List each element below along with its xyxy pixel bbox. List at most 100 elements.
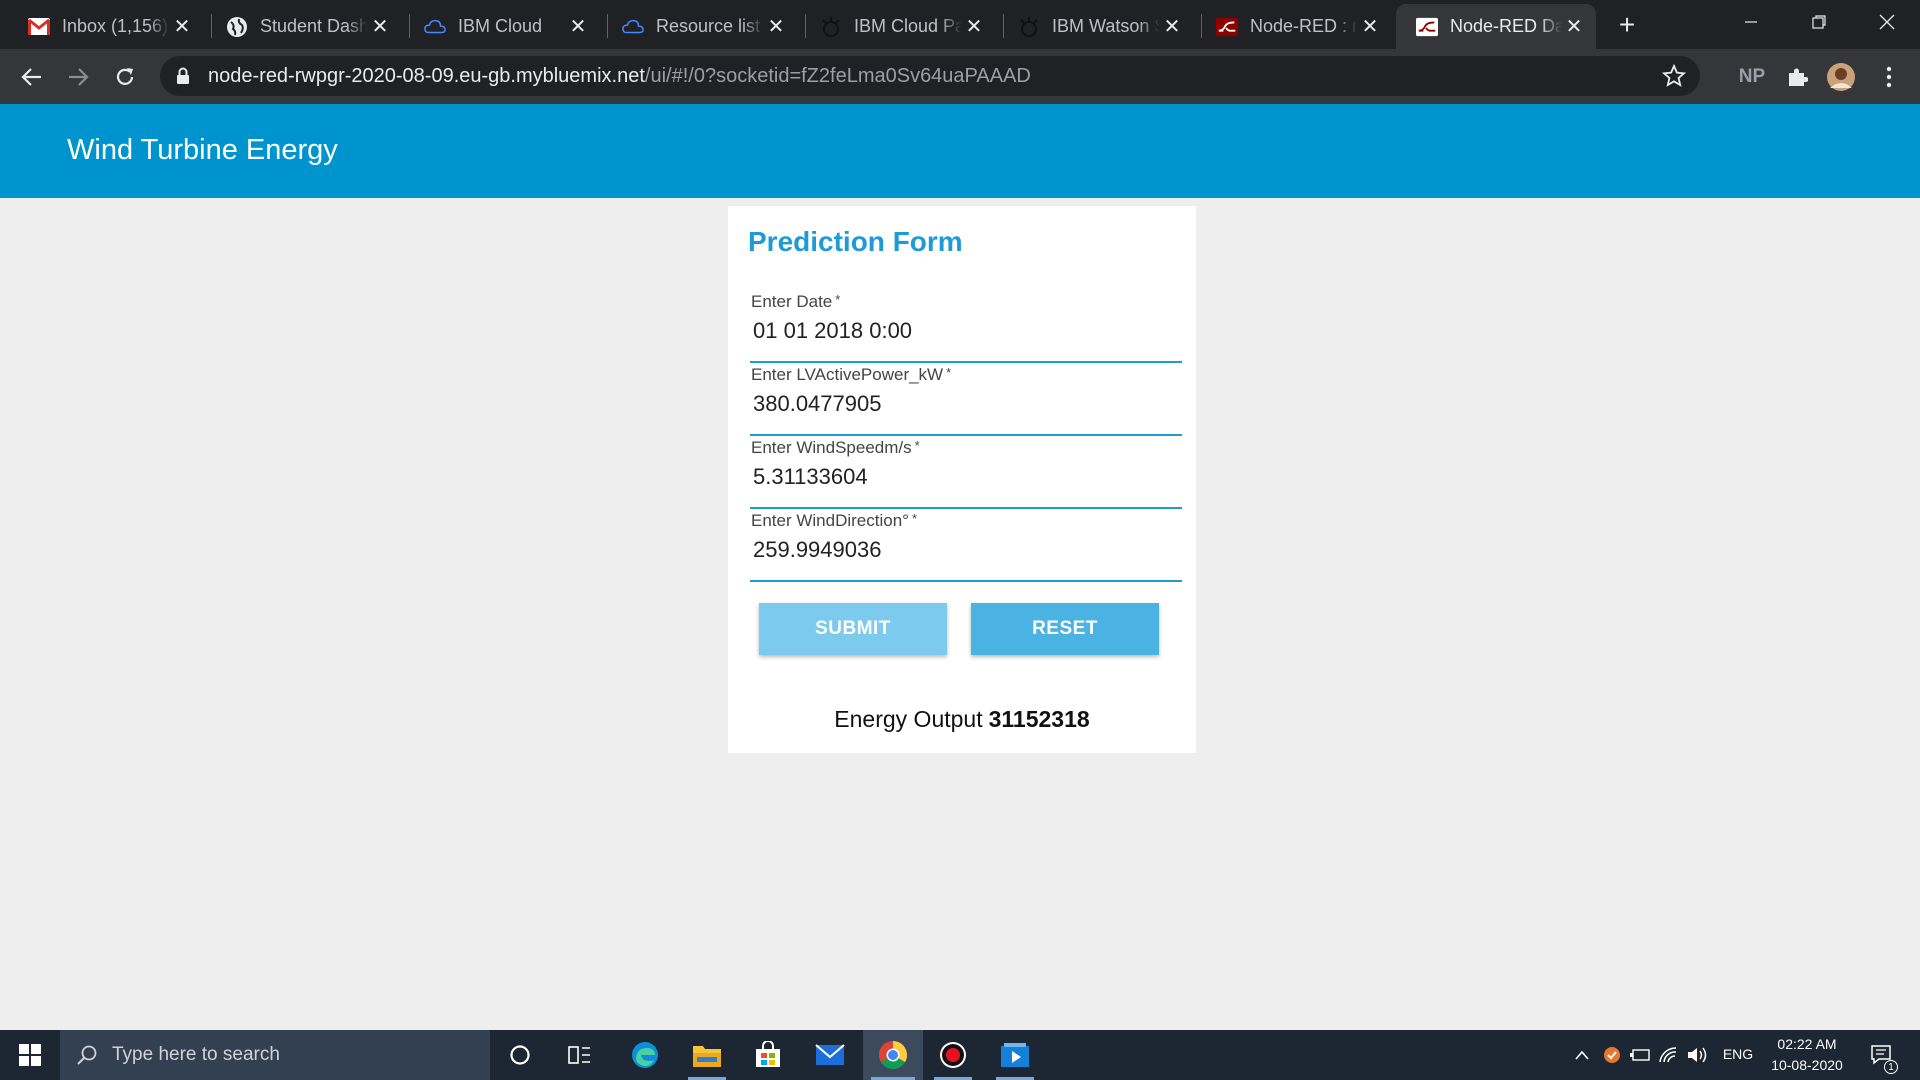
prediction-form-card: Prediction Form Enter Date* Enter LVActi… [728, 206, 1196, 753]
battery-tray-button[interactable] [1628, 1030, 1652, 1080]
wifi-tray-button[interactable] [1656, 1030, 1680, 1080]
wind-speed-field[interactable]: Enter WindSpeedm/s * [750, 436, 1182, 509]
ibm-watson-icon [1018, 16, 1040, 38]
cortana-button[interactable] [495, 1030, 545, 1080]
mail-taskbar-button[interactable] [803, 1030, 857, 1080]
submit-button[interactable]: SUBMIT [759, 603, 947, 655]
wifi-icon [1659, 1047, 1677, 1063]
show-hidden-icons-button[interactable] [1570, 1030, 1594, 1080]
lv-active-power-field[interactable]: Enter LVActivePower_kW * [750, 363, 1182, 436]
profile-extension-np[interactable]: NP [1732, 60, 1772, 94]
restore-icon [1812, 15, 1826, 29]
tab-title: Node-RED : n [1250, 16, 1358, 36]
restore-button[interactable] [1788, 0, 1850, 44]
wind-direction-field[interactable]: Enter WindDirection° * [750, 509, 1182, 582]
form-title: Prediction Form [748, 226, 963, 257]
store-taskbar-button[interactable] [741, 1030, 795, 1080]
energy-output-label: Energy Output [834, 706, 983, 732]
field-label: Enter WindDirection° * [751, 511, 918, 530]
bookmark-star-icon[interactable] [1662, 64, 1686, 88]
close-icon[interactable]: ✕ [170, 15, 194, 39]
field-label: Enter Date * [751, 292, 841, 311]
volume-tray-button[interactable] [1684, 1030, 1712, 1080]
notification-count-badge: 1 [1884, 1060, 1898, 1074]
close-icon[interactable]: ✕ [1562, 15, 1586, 39]
reset-button[interactable]: RESET [971, 603, 1159, 655]
close-icon[interactable]: ✕ [962, 15, 986, 39]
tab-ibm-cloud-pak[interactable]: IBM Cloud Pa ✕ [800, 4, 996, 49]
folder-icon [693, 1046, 721, 1067]
speaker-icon [1688, 1047, 1707, 1063]
clock-date[interactable]: 10-08-2020 [1762, 1057, 1852, 1073]
tray-app-icon[interactable] [1600, 1030, 1624, 1080]
close-icon[interactable]: ✕ [1358, 15, 1382, 39]
tab-node-red-dashboard[interactable]: Node-RED Da ✕ [1396, 4, 1596, 49]
ibm-watson-icon [820, 16, 842, 38]
video-editor-taskbar-button[interactable] [988, 1030, 1042, 1080]
back-button[interactable] [15, 60, 49, 94]
close-icon[interactable]: ✕ [566, 15, 590, 39]
tab-title: Resource list [656, 16, 761, 36]
close-icon[interactable]: ✕ [764, 15, 788, 39]
taskbar-search-box[interactable]: Type here to search [60, 1030, 490, 1080]
avatar-icon [1827, 63, 1855, 91]
browser-toolbar: node-red-rwpgr-2020-08-09.eu-gb.mybluemi… [0, 49, 1920, 104]
tab-title: Student Dash [260, 16, 368, 36]
browser-menu-button[interactable] [1872, 60, 1906, 94]
recorder-taskbar-button[interactable] [926, 1030, 980, 1080]
tab-student-dash[interactable]: Student Dash ✕ [206, 4, 402, 49]
forward-arrow-icon [69, 68, 89, 86]
close-icon [1879, 14, 1895, 30]
field-label: Enter LVActivePower_kW * [751, 365, 952, 384]
reload-icon [116, 68, 134, 85]
extensions-button[interactable] [1780, 60, 1814, 94]
minimize-button[interactable] [1720, 0, 1782, 44]
close-icon[interactable]: ✕ [1160, 15, 1184, 39]
date-input[interactable] [753, 318, 1173, 344]
node-red-icon [1416, 16, 1438, 38]
tab-ibm-watson[interactable]: IBM Watson S ✕ [998, 4, 1194, 49]
windows-taskbar: Type here to search ENG 02:22 AM 10-08-2… [0, 1030, 1920, 1080]
forward-button[interactable] [61, 60, 95, 94]
close-icon[interactable]: ✕ [368, 15, 392, 39]
start-button[interactable] [0, 1030, 60, 1080]
wind-speed-input[interactable] [753, 464, 1173, 490]
address-bar[interactable]: node-red-rwpgr-2020-08-09.eu-gb.mybluemi… [160, 56, 1700, 96]
tab-title: IBM Cloud Pa [854, 16, 962, 36]
lv-active-power-input[interactable] [753, 391, 1173, 417]
chrome-taskbar-button[interactable] [863, 1030, 923, 1080]
mail-icon [815, 1044, 845, 1065]
tab-node-red-editor[interactable]: Node-RED : n ✕ [1196, 4, 1392, 49]
close-window-button[interactable] [1856, 0, 1918, 44]
dashboard-title: Wind Turbine Energy [67, 134, 338, 166]
record-icon [940, 1042, 966, 1068]
puzzle-piece-icon [1789, 68, 1808, 86]
wind-direction-input[interactable] [753, 537, 1173, 563]
globe-icon [226, 16, 248, 38]
browser-tab-strip: Inbox (1,156) ✕ Student Dash ✕ IBM Cloud… [0, 0, 1920, 49]
date-field[interactable]: Enter Date * [750, 290, 1182, 363]
energy-output-value: 31152318 [988, 706, 1090, 732]
tab-title: IBM Watson S [1052, 16, 1160, 36]
edge-icon [632, 1042, 658, 1068]
reload-button[interactable] [108, 60, 142, 94]
dashboard-header: Wind Turbine Energy [0, 104, 1920, 198]
lock-icon [177, 67, 189, 84]
profile-avatar[interactable] [1824, 60, 1858, 94]
tab-ibm-cloud[interactable]: IBM Cloud ✕ [404, 4, 600, 49]
edge-taskbar-button[interactable] [618, 1030, 672, 1080]
tab-resource-list[interactable]: Resource list ✕ [602, 4, 798, 49]
battery-icon [1630, 1049, 1650, 1061]
file-explorer-taskbar-button[interactable] [680, 1030, 734, 1080]
chevron-up-icon [1575, 1050, 1589, 1060]
task-view-icon [568, 1046, 590, 1064]
new-tab-button[interactable]: + [1612, 9, 1642, 40]
url-text[interactable]: node-red-rwpgr-2020-08-09.eu-gb.mybluemi… [208, 65, 1031, 88]
language-indicator[interactable]: ENG [1718, 1046, 1758, 1062]
store-bag-icon [756, 1041, 780, 1067]
action-center-button[interactable]: 1 [1862, 1030, 1902, 1080]
tab-inbox[interactable]: Inbox (1,156) ✕ [8, 4, 204, 49]
task-view-button[interactable] [555, 1030, 605, 1080]
clock-time[interactable]: 02:22 AM [1762, 1036, 1852, 1052]
more-vert-icon [1886, 66, 1892, 88]
